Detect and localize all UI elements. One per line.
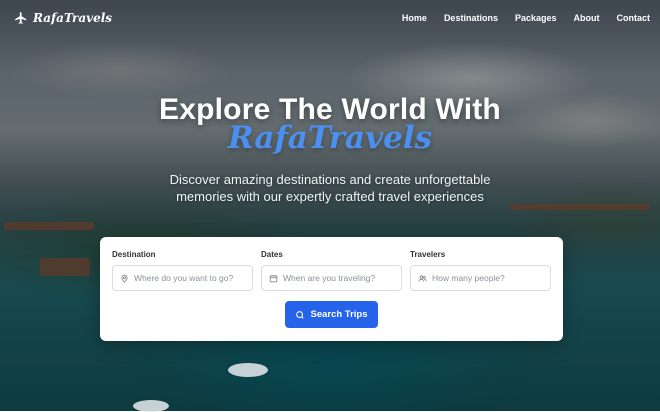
dates-label: Dates (261, 250, 283, 259)
hero-headline-brand: RafaTravels (227, 120, 433, 156)
calendar-icon (269, 274, 278, 282)
nav-link-home[interactable]: Home (402, 13, 427, 23)
boat (228, 363, 268, 377)
top-nav: RafaTravels Home Destinations Packages A… (0, 0, 660, 36)
nav-link-about[interactable]: About (574, 13, 600, 23)
island-hut (40, 258, 90, 276)
nav-link-destinations[interactable]: Destinations (444, 13, 498, 23)
dates-field: Dates (261, 250, 402, 291)
hero-subtitle-line-1: Discover amazing destinations and create… (169, 172, 491, 187)
overwater-villas-left (4, 222, 94, 230)
users-icon (418, 274, 427, 282)
search-trips-button[interactable]: Search Trips (285, 301, 378, 328)
search-card: Destination Dates Travelers Se (100, 237, 563, 341)
travelers-input[interactable] (432, 273, 543, 283)
search-icon (296, 310, 305, 319)
dates-input[interactable] (283, 273, 394, 283)
travelers-input-box[interactable] (410, 265, 551, 291)
travelers-field: Travelers (410, 250, 551, 291)
search-trips-label: Search Trips (310, 309, 368, 320)
nav-menu: Home Destinations Packages About Contact (402, 13, 650, 23)
destination-field: Destination (112, 250, 253, 291)
brand-logo[interactable]: RafaTravels (14, 11, 112, 25)
destination-input[interactable] (134, 273, 245, 283)
dates-input-box[interactable] (261, 265, 402, 291)
boat-2 (133, 400, 169, 412)
nav-link-contact[interactable]: Contact (617, 13, 651, 23)
destination-label: Destination (112, 250, 156, 259)
travelers-label: Travelers (410, 250, 446, 259)
plane-icon (15, 12, 27, 24)
destination-input-box[interactable] (112, 265, 253, 291)
hero-subtitle: Discover amazing destinations and create… (0, 171, 660, 205)
nav-link-packages[interactable]: Packages (515, 13, 557, 23)
map-pin-icon (121, 274, 128, 283)
hero-subtitle-line-2: memories with our expertly crafted trave… (176, 189, 484, 204)
brand-name: RafaTravels (33, 11, 113, 25)
